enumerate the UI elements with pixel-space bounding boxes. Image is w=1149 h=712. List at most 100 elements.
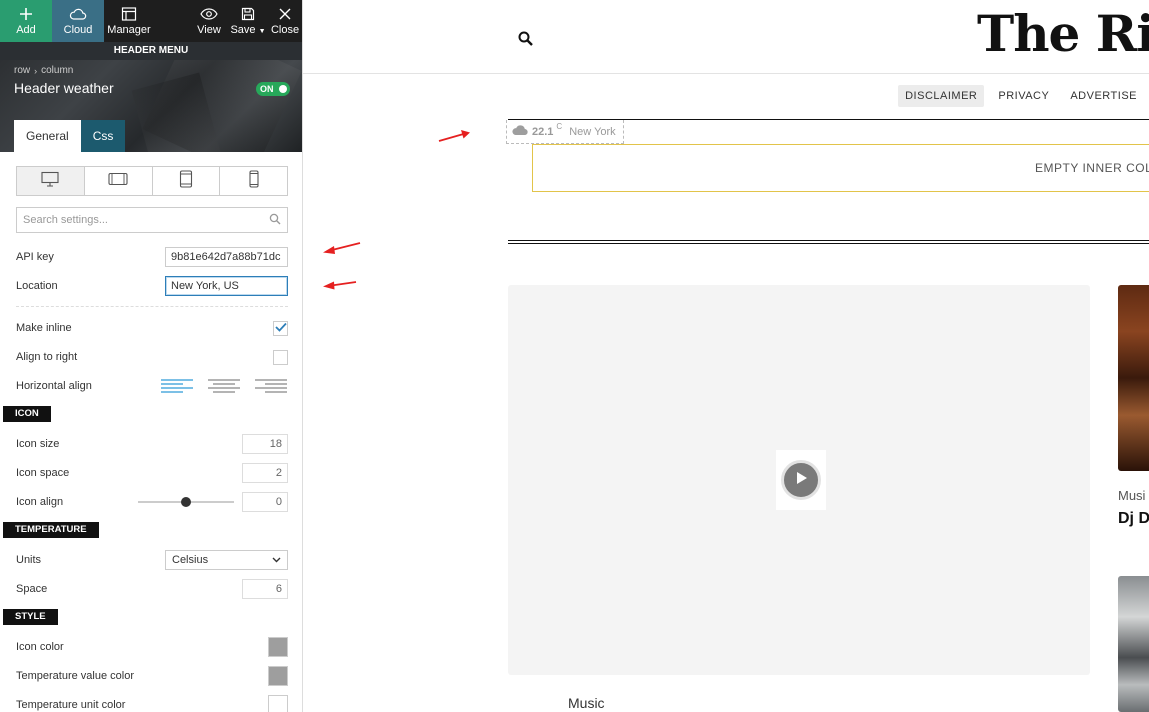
close-button[interactable]: Close [268, 0, 302, 42]
view-button[interactable]: View [190, 0, 228, 42]
icon-size-row: Icon size 18 [16, 433, 288, 455]
breadcrumb-row[interactable]: row [14, 65, 30, 76]
icon-align-input[interactable]: 0 [242, 492, 288, 512]
settings-divider [16, 306, 288, 307]
icon-space-input[interactable]: 2 [242, 463, 288, 483]
site-header: The Rin [303, 0, 1149, 74]
temp-space-input[interactable]: 6 [242, 579, 288, 599]
horizontal-align-group [160, 378, 288, 394]
temp-value-color-label: Temperature value color [16, 670, 135, 682]
temp-value-color-row: Temperature value color [16, 665, 288, 687]
make-inline-label: Make inline [16, 322, 72, 334]
side-article-title[interactable]: Dj D [1118, 510, 1149, 528]
top-nav: DISCLAIMER PRIVACY ADVERTISE [896, 85, 1149, 107]
device-mobile[interactable] [220, 167, 287, 195]
icon-align-slider[interactable] [138, 497, 234, 507]
device-desktop[interactable] [17, 167, 85, 195]
horizontal-align-row: Horizontal align [16, 375, 288, 397]
align-right-icon [254, 379, 288, 397]
tab-general[interactable]: General [14, 120, 81, 152]
video-placeholder[interactable] [508, 285, 1090, 675]
save-label: Save ▼ [230, 24, 266, 36]
search-icon[interactable] [517, 30, 535, 53]
section-icon: ICON [3, 406, 51, 422]
settings-search[interactable]: Search settings... [16, 207, 288, 233]
floppy-icon [241, 6, 255, 22]
icon-color-row: Icon color [16, 636, 288, 658]
tab-css[interactable]: Css [80, 120, 126, 152]
device-tablet-landscape[interactable] [85, 167, 153, 195]
location-row: Location New York, US [16, 275, 288, 297]
cloud-icon [69, 6, 87, 22]
icon-size-label: Icon size [16, 438, 60, 450]
element-title: Header weather [14, 80, 114, 96]
align-left-button[interactable] [160, 378, 194, 394]
mobile-icon [248, 169, 260, 193]
align-center-button[interactable] [207, 378, 241, 394]
icon-align-control: 0 [138, 492, 288, 512]
api-key-input[interactable]: 9b81e642d7a88b71dc [165, 247, 288, 267]
save-button[interactable]: Save ▼ [228, 0, 268, 42]
device-tablet-portrait[interactable] [153, 167, 221, 195]
editor-panel: Add Cloud Manager View Save ▼ Close HEAD… [0, 0, 303, 712]
units-select[interactable]: Celsius [165, 550, 288, 570]
play-button[interactable] [776, 450, 826, 510]
slider-thumb[interactable] [181, 497, 191, 507]
location-input[interactable]: New York, US [165, 276, 288, 296]
section-style: STYLE [3, 609, 58, 625]
temp-value-color-swatch[interactable] [268, 666, 288, 686]
tablet-landscape-icon [108, 172, 128, 191]
units-value: Celsius [172, 554, 209, 566]
side-article-category[interactable]: Musi [1118, 488, 1145, 503]
cloud-button[interactable]: Cloud [52, 0, 104, 42]
annotation-arrow-icon [437, 128, 473, 149]
video-category[interactable]: Music [568, 695, 605, 711]
align-right-label: Align to right [16, 351, 78, 363]
section-temperature: TEMPERATURE [3, 522, 99, 538]
eye-icon [200, 6, 218, 22]
horizontal-align-label: Horizontal align [16, 380, 92, 392]
manager-label: Manager [107, 24, 151, 36]
plus-icon [19, 6, 33, 22]
align-left-icon [160, 379, 194, 397]
editor-toolbar: Add Cloud Manager View Save ▼ Close [0, 0, 302, 42]
header-weather-widget[interactable]: 22.1 C New York [506, 120, 624, 144]
side-article-image-2[interactable] [1118, 576, 1149, 712]
make-inline-checkbox[interactable] [273, 320, 288, 336]
weather-location: New York [569, 125, 616, 138]
icon-color-label: Icon color [16, 641, 64, 653]
site-logo[interactable]: The Rin [977, 4, 1149, 63]
align-right-button[interactable] [254, 378, 288, 394]
units-label: Units [16, 554, 42, 566]
empty-column-label: EMPTY INNER COLU [1035, 161, 1149, 175]
search-input[interactable]: Search settings... [23, 214, 108, 226]
toggle-label: ON [260, 84, 274, 94]
icon-size-input[interactable]: 18 [242, 434, 288, 454]
cloud-icon [511, 124, 529, 139]
temp-space-label: Space [16, 583, 48, 595]
toggle-knob [279, 85, 287, 93]
device-switcher [16, 166, 288, 196]
side-article-image[interactable] [1118, 285, 1149, 471]
icon-color-swatch[interactable] [268, 637, 288, 657]
temp-unit-color-row: Temperature unit color [16, 694, 288, 712]
temp-unit-color-swatch[interactable] [268, 695, 288, 712]
nav-disclaimer[interactable]: DISCLAIMER [898, 85, 985, 107]
temp-space-row: Space 6 [16, 578, 288, 600]
empty-inner-column[interactable]: EMPTY INNER COLU [532, 144, 1149, 192]
chevron-right-icon: › [34, 65, 38, 76]
close-label: Close [270, 24, 300, 36]
align-center-icon [207, 379, 241, 397]
align-right-checkbox[interactable] [273, 349, 288, 365]
breadcrumb-column[interactable]: column [41, 65, 73, 76]
element-toggle[interactable]: ON [256, 82, 290, 96]
annotation-arrow-icon [320, 240, 364, 261]
play-icon [794, 470, 808, 491]
units-row: Units Celsius [16, 549, 288, 571]
desktop-icon [41, 171, 59, 192]
manager-button[interactable]: Manager [104, 0, 154, 42]
nav-privacy[interactable]: PRIVACY [991, 85, 1056, 107]
weather-temperature: 22.1 [532, 125, 554, 138]
nav-advertise[interactable]: ADVERTISE [1063, 85, 1144, 107]
add-button[interactable]: Add [0, 0, 52, 42]
